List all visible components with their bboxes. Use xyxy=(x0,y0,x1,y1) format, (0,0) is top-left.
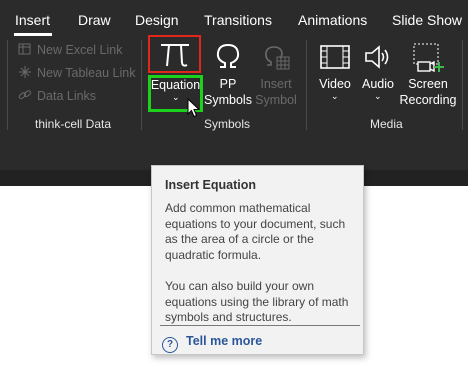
excel-link-icon xyxy=(18,43,32,55)
question-circle-icon: ? xyxy=(162,337,178,353)
video-button[interactable]: Video ⌄ xyxy=(313,40,357,112)
group-label-media: Media xyxy=(370,117,403,131)
tooltip-description: Add common mathematical equations to you… xyxy=(165,201,346,262)
group-label-symbols: Symbols xyxy=(204,117,251,131)
screen-record-icon xyxy=(412,42,444,79)
tab-draw[interactable]: Draw xyxy=(78,12,111,28)
mouse-cursor-icon xyxy=(187,97,201,123)
speaker-icon xyxy=(363,43,393,76)
tab-insert[interactable]: Insert xyxy=(15,12,50,28)
tell-me-more-label: Tell me more xyxy=(186,334,263,348)
insert-equation-tooltip: Insert Equation Add common mathematical … xyxy=(151,165,364,355)
pp-symbols-button[interactable]: PP Symbols xyxy=(204,40,252,112)
new-excel-link-button[interactable]: New Excel Link xyxy=(18,43,122,57)
group-divider xyxy=(306,40,307,130)
screen-recording-button[interactable]: Screen Recording xyxy=(399,40,457,112)
tooltip-title: Insert Equation xyxy=(165,178,256,192)
screen-recording-label-2: Recording xyxy=(399,93,457,107)
screen-recording-label-1: Screen xyxy=(408,77,448,91)
new-tableau-link-button[interactable]: New Tableau Link xyxy=(18,66,135,80)
data-links-label: Data Links xyxy=(37,89,97,103)
tooltip-divider xyxy=(160,325,360,326)
ribbon: Insert Draw Design Transitions Animation… xyxy=(0,0,468,170)
highlight-red-box xyxy=(148,35,201,73)
tab-design[interactable]: Design xyxy=(135,12,179,28)
tooltip-description-extra: You can also build your own equations us… xyxy=(165,279,349,324)
tell-me-more-link[interactable]: ? Tell me more xyxy=(162,334,262,353)
pp-symbols-label-1: PP xyxy=(219,77,237,91)
omega-icon xyxy=(214,42,242,75)
film-icon xyxy=(320,45,350,74)
audio-label: Audio xyxy=(362,77,394,91)
group-divider xyxy=(462,40,463,130)
tableau-link-icon xyxy=(18,66,32,78)
insert-symbol-label-1: Insert xyxy=(260,77,292,91)
audio-button[interactable]: Audio ⌄ xyxy=(357,40,399,112)
chevron-down-icon: ⌄ xyxy=(331,91,339,101)
tab-animations[interactable]: Animations xyxy=(298,12,367,28)
ribbon-tabs: Insert Draw Design Transitions Animation… xyxy=(0,0,468,38)
group-label-think-cell: think-cell Data xyxy=(35,117,112,131)
insert-symbol-button[interactable]: Insert Symbol xyxy=(252,40,300,112)
tab-slide-show[interactable]: Slide Show xyxy=(392,12,462,28)
insert-symbol-icon xyxy=(263,43,291,76)
pp-symbols-label-2: Symbols xyxy=(204,93,252,107)
insert-symbol-label-2: Symbol xyxy=(255,93,297,107)
new-tableau-link-label: New Tableau Link xyxy=(37,66,136,80)
group-divider xyxy=(141,40,142,130)
chevron-down-icon: ⌄ xyxy=(374,91,382,101)
active-tab-underline xyxy=(14,33,52,36)
group-divider xyxy=(7,40,8,130)
data-links-button[interactable]: Data Links xyxy=(18,89,96,103)
tab-transitions[interactable]: Transitions xyxy=(204,12,272,28)
chain-link-icon xyxy=(18,89,32,101)
new-excel-link-label: New Excel Link xyxy=(37,43,123,57)
video-label: Video xyxy=(319,77,351,91)
